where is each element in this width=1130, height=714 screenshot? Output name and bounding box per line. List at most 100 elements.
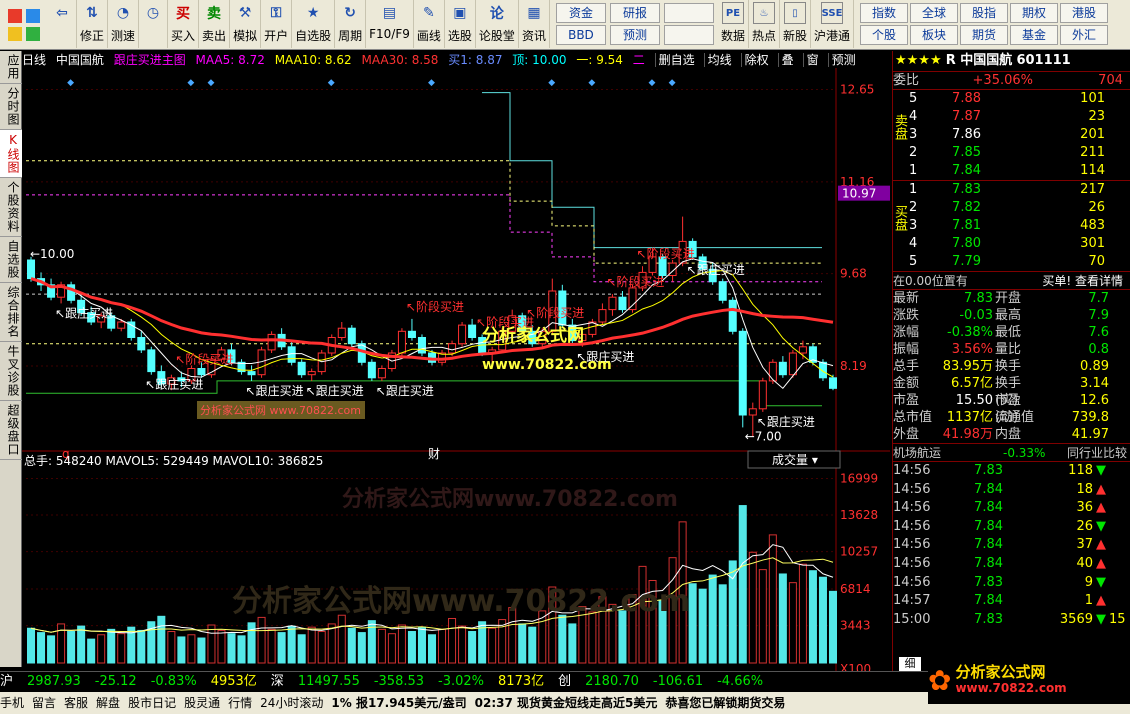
position-link[interactable]: 买单! 查看详情 [1013, 272, 1123, 289]
sell-level-2[interactable]: 2 7.85 211 [909, 144, 1105, 162]
market-button-5[interactable]: 个股 [860, 25, 909, 45]
level-number: 4 [909, 109, 918, 124]
status-item-5[interactable]: 股灵通 [184, 696, 220, 710]
toolbar-box-item-5[interactable] [663, 25, 714, 45]
status-item-7[interactable]: 24小时滚动 [260, 696, 323, 710]
status-item-2[interactable]: 客服 [64, 696, 88, 710]
toolbar-button-4[interactable]: 买买入 [168, 0, 200, 48]
status-item-9[interactable]: 02:37 现货黄金短线走高近5美元 [475, 696, 658, 710]
toolbar-button-14[interactable]: ▦ 资讯 [519, 0, 550, 48]
toolbar-right-button-0[interactable]: PE 数据 [718, 0, 749, 48]
chart-menu-item-0[interactable]: 删自选 [654, 53, 698, 67]
level-price: 7.85 [952, 145, 981, 160]
toolbar-box-item-2[interactable] [663, 3, 714, 23]
left-tab-4[interactable]: 自选股 [0, 237, 22, 283]
toolbar-button-5[interactable]: 卖卖出 [199, 0, 231, 48]
indicator-name[interactable]: 跟庄买进主图 [114, 53, 186, 67]
left-tab-1[interactable]: 分时图 [0, 84, 22, 130]
index-item-10[interactable]: 创 [558, 674, 571, 689]
kline-chart[interactable]: 12.6511.169.688.1910.97↖跟庄买进↖跟庄买进 ↖跟庄买进 ↖跟… [22, 51, 890, 671]
toolbar-button-label: 选股 [447, 29, 472, 43]
index-item-0[interactable]: 沪 [0, 674, 13, 689]
market-button-8[interactable]: 基金 [1010, 25, 1059, 45]
market-button-9[interactable]: 外汇 [1060, 25, 1109, 45]
market-button-1[interactable]: 全球 [910, 3, 959, 23]
buy-level-2[interactable]: 2 7.82 26 [909, 199, 1105, 217]
volume-title-tab[interactable]: 成交量 ▾ [747, 450, 841, 469]
market-button-0[interactable]: 指数 [860, 3, 909, 23]
index-item-7[interactable]: -358.53 [374, 674, 424, 689]
toolbar-button-13[interactable]: 论论股堂 [476, 0, 519, 48]
market-button-3[interactable]: 期权 [1010, 3, 1059, 23]
toolbar-box-item-3[interactable]: BBD [555, 25, 606, 45]
index-item-6[interactable]: 11497.55 [298, 674, 360, 689]
toolbar-box-item-4[interactable]: 预测 [609, 25, 660, 45]
index-item-5[interactable]: 深 [271, 674, 284, 689]
left-tab-5[interactable]: 综合排名 [0, 283, 22, 342]
index-item-9[interactable]: 8173亿 [498, 674, 544, 689]
sell-level-3[interactable]: 3 7.86 201 [909, 126, 1105, 144]
left-tab-3[interactable]: 个股资料 [0, 178, 22, 237]
sell-level-4[interactable]: 4 7.87 23 [909, 108, 1105, 126]
chart-menu-item-5[interactable]: 预测 [827, 53, 859, 67]
status-item-3[interactable]: 解盘 [96, 696, 120, 710]
status-item-0[interactable]: 手机 [0, 696, 24, 710]
status-item-10[interactable]: 恭喜您已解锁期货交易 [665, 696, 785, 710]
chart-menu-item-3[interactable]: 叠 [777, 53, 797, 67]
sector-name[interactable]: 机场航运 [893, 444, 1003, 461]
chart-menu-item-4[interactable]: 窗 [802, 53, 822, 67]
status-item-4[interactable]: 股市日记 [128, 696, 176, 710]
chart-menu-item-1[interactable]: 均线 [703, 53, 735, 67]
toolbar-box-item-0[interactable]: 资金 [555, 3, 606, 23]
quote-value: 15.50 [955, 393, 993, 408]
status-item-8[interactable]: 1% 报17.945美元/盎司 [331, 696, 466, 710]
bottom-detail-tab[interactable]: 细 [899, 657, 921, 671]
market-button-4[interactable]: 港股 [1060, 3, 1109, 23]
toolbar-button-0[interactable]: ⇦ [48, 0, 77, 48]
status-item-6[interactable]: 行情 [228, 696, 252, 710]
toolbar-button-2[interactable]: ◔ 测速 [108, 0, 140, 48]
sell-level-1[interactable]: 1 7.84 114 [909, 162, 1105, 180]
buy-level-1[interactable]: 1 7.83 217 [909, 181, 1105, 199]
left-tab-7[interactable]: 超级盘口 [0, 401, 22, 460]
left-tab-6[interactable]: 牛叉诊股 [0, 342, 22, 401]
toolbar-button-10[interactable]: ▤ F10/F9 [366, 0, 414, 48]
buy-level-5[interactable]: 5 7.79 70 [909, 253, 1105, 271]
market-button-7[interactable]: 期货 [960, 25, 1009, 45]
toolbar-button-3[interactable]: ◷ [139, 0, 169, 48]
buy-level-3[interactable]: 3 7.81 483 [909, 217, 1105, 235]
toolbar-button-8[interactable]: ★ 自选股 [292, 0, 336, 48]
toolbar-box-item-1[interactable]: 研报 [609, 3, 660, 23]
toolbar-right-button-3[interactable]: SSE 沪港通 [811, 0, 855, 48]
left-tab-2[interactable]: K线图 [0, 130, 22, 178]
level-price: 7.87 [952, 109, 981, 124]
index-item-3[interactable]: -0.83% [151, 674, 197, 689]
toolbar-button-9[interactable]: ↻ 周期 [335, 0, 367, 48]
volume-bar [197, 637, 206, 664]
index-item-12[interactable]: -106.61 [653, 674, 703, 689]
index-item-8[interactable]: -3.02% [438, 674, 484, 689]
sector-compare-link[interactable]: 同行业比较 [1053, 444, 1127, 461]
index-item-1[interactable]: 2987.93 [27, 674, 81, 689]
left-tab-0[interactable]: 应用 [0, 51, 22, 84]
stock-title-name: R 中国国航 [945, 53, 1013, 68]
app-logo-icon[interactable] [2, 2, 46, 48]
toolbar-button-7[interactable]: ⚿ 开户 [261, 0, 293, 48]
toolbar-button-11[interactable]: ✎ 画线 [414, 0, 445, 48]
toolbar-button-1[interactable]: ⇅ 修正 [77, 0, 109, 48]
market-button-2[interactable]: 股指 [960, 3, 1009, 23]
status-item-1[interactable]: 留言 [32, 696, 56, 710]
chart-menu-item-2[interactable]: 除权 [740, 53, 772, 67]
index-item-4[interactable]: 4953亿 [211, 674, 257, 689]
sell-level-5[interactable]: 5 7.88 101 [909, 90, 1105, 108]
period-label[interactable]: 日线 [22, 53, 46, 67]
market-button-6[interactable]: 板块 [910, 25, 959, 45]
index-item-13[interactable]: -4.66% [717, 674, 763, 689]
toolbar-button-6[interactable]: ⚒ 模拟 [230, 0, 262, 48]
buy-level-4[interactable]: 4 7.80 301 [909, 235, 1105, 253]
toolbar-button-12[interactable]: ▣ 选股 [445, 0, 476, 48]
toolbar-right-button-1[interactable]: ♨ 热点 [749, 0, 780, 48]
index-item-2[interactable]: -25.12 [95, 674, 137, 689]
toolbar-right-button-2[interactable]: ▯ 新股 [780, 0, 811, 48]
index-item-11[interactable]: 2180.70 [585, 674, 639, 689]
